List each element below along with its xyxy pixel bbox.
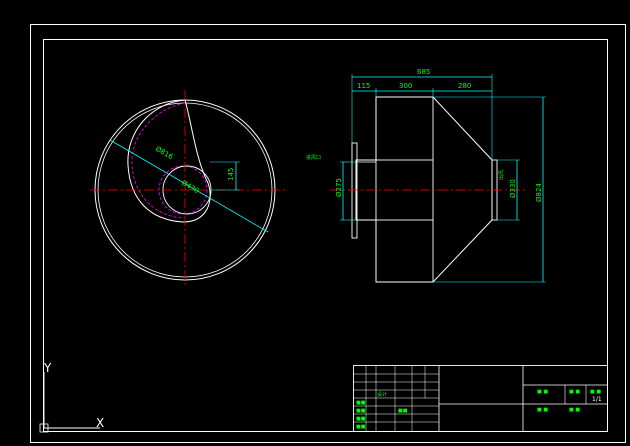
- label-inlet: 进风口: [306, 154, 321, 161]
- cad-drawing-canvas[interactable]: Ø816 Ø430 145 685 115 300 280 Ø824 Ø330 …: [0, 0, 630, 446]
- dim-height-dia: Ø824: [535, 183, 543, 202]
- dim-left-inlet-dia: Ø275: [335, 178, 343, 197]
- label-outlet: 出风: [498, 170, 505, 180]
- tb-mark-3: ■■: [356, 416, 366, 422]
- tb-mark-5: ■■: [398, 408, 408, 414]
- tb-mark-1: ■■: [356, 400, 366, 406]
- tb-right-top-3: ■ ■: [590, 389, 601, 395]
- tb-sign-label: 设计: [377, 391, 387, 398]
- dim-left-dia: Ø816: [154, 145, 175, 162]
- dim-inner-dia: Ø430: [180, 179, 200, 195]
- dim-offset: 145: [227, 168, 235, 181]
- tb-sheet-number: 1/1: [592, 396, 602, 403]
- dim-seg3: 280: [458, 82, 471, 90]
- ucs-x-label: X: [96, 416, 104, 430]
- tb-right-top-2: ■ ■: [569, 389, 580, 395]
- outer-frame: [30, 24, 626, 443]
- title-block-frame: [353, 365, 608, 432]
- dim-overall-width: 685: [417, 68, 430, 76]
- tb-mark-4: ■■: [356, 424, 366, 430]
- dim-seg1: 115: [357, 82, 370, 90]
- tb-mark-2: ■■: [356, 408, 366, 414]
- ucs-icon: Y X: [39, 361, 104, 433]
- tb-right-bottom-1: ■ ■: [537, 407, 548, 413]
- tb-right-top-1: ■ ■: [537, 389, 548, 395]
- ucs-y-label: Y: [43, 361, 52, 375]
- volute-curve: [127, 99, 211, 223]
- dim-right-dia: Ø330: [509, 179, 517, 198]
- dim-seg2: 300: [399, 82, 412, 90]
- side-view: 685 115 300 280 Ø824 Ø330 Ø275 进风口 出风: [306, 68, 546, 283]
- title-block: ■■ ■■ ■■ ■■ ■■ 设计 ■ ■ ■ ■ ■ ■ ■ ■ ■ ■ 1/…: [353, 365, 608, 432]
- tb-right-bottom-2: ■ ■: [569, 407, 580, 413]
- front-view: Ø816 Ø430 145: [90, 90, 285, 285]
